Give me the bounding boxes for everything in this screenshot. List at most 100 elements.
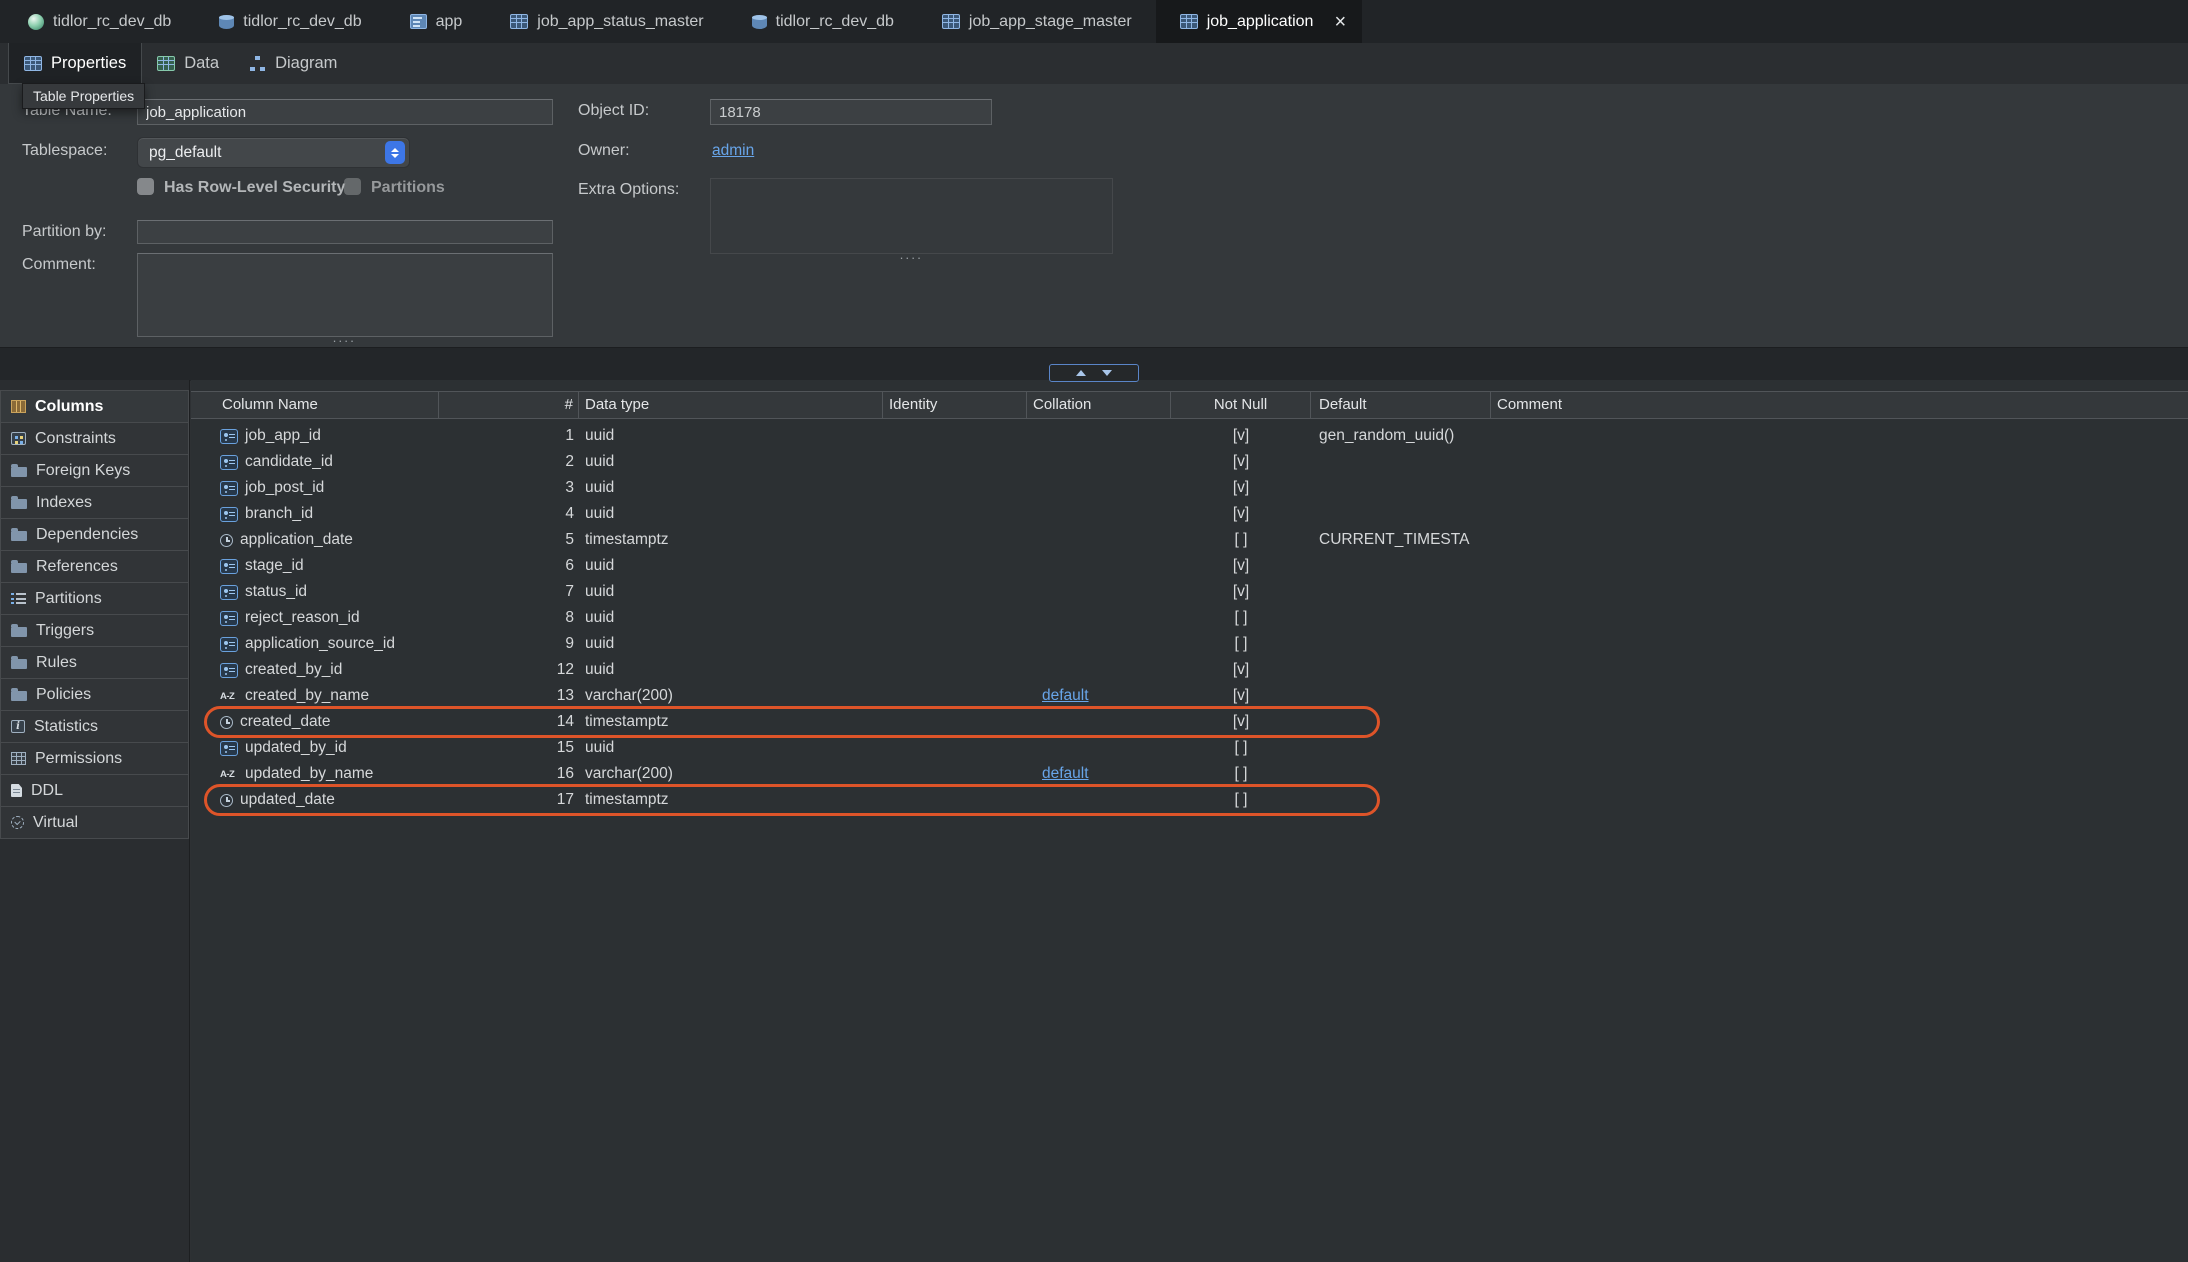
column-identity-cell[interactable]	[883, 449, 1027, 475]
column-notnull-cell[interactable]: [v]	[1171, 423, 1311, 449]
column-identity-cell[interactable]	[883, 553, 1027, 579]
sidebar-item[interactable]: Constraints	[0, 422, 189, 455]
column-row[interactable]: branch_id 4 uuid [v]	[191, 501, 2188, 527]
column-notnull-cell[interactable]: [ ]	[1171, 735, 1311, 761]
column-identity-cell[interactable]	[883, 761, 1027, 787]
column-default-cell[interactable]	[1311, 735, 1491, 761]
column-row[interactable]: created_by_id 12 uuid [v]	[191, 657, 2188, 683]
editor-tab[interactable]: tidlor_rc_dev_db	[4, 0, 195, 43]
has-rls-checkbox[interactable]	[137, 178, 154, 195]
column-name-cell[interactable]: job_post_id	[191, 475, 439, 501]
column-notnull-cell[interactable]: [v]	[1171, 475, 1311, 501]
column-name-cell[interactable]: updated_by_name	[191, 761, 439, 787]
column-ordinal-cell[interactable]: 4	[439, 501, 579, 527]
partitions-checkbox[interactable]	[344, 178, 361, 195]
column-identity-cell[interactable]	[883, 527, 1027, 553]
column-row[interactable]: candidate_id 2 uuid [v]	[191, 449, 2188, 475]
column-collation-cell[interactable]	[1027, 449, 1171, 475]
column-default-cell[interactable]	[1311, 579, 1491, 605]
column-ordinal-cell[interactable]: 12	[439, 657, 579, 683]
sidebar-item[interactable]: Foreign Keys	[0, 454, 189, 487]
column-row[interactable]: reject_reason_id 8 uuid [ ]	[191, 605, 2188, 631]
column-name-cell[interactable]: stage_id	[191, 553, 439, 579]
column-row[interactable]: created_date 14 timestamptz [v]	[191, 709, 2188, 735]
column-comment-cell[interactable]	[1491, 709, 2188, 735]
column-row[interactable]: updated_by_name 16 varchar(200) default …	[191, 761, 2188, 787]
sidebar-item[interactable]: Dependencies	[0, 518, 189, 551]
sidebar-item[interactable]: Triggers	[0, 614, 189, 647]
column-collation-cell[interactable]	[1027, 475, 1171, 501]
column-default-cell[interactable]	[1311, 475, 1491, 501]
column-datatype-cell[interactable]: uuid	[579, 631, 883, 657]
column-collation-cell[interactable]	[1027, 423, 1171, 449]
column-datatype-cell[interactable]: varchar(200)	[579, 761, 883, 787]
column-datatype-cell[interactable]: timestamptz	[579, 787, 883, 813]
editor-tab[interactable]: tidlor_rc_dev_db	[195, 0, 385, 43]
column-name-cell[interactable]: status_id	[191, 579, 439, 605]
column-identity-cell[interactable]	[883, 579, 1027, 605]
sidebar-item[interactable]: Permissions	[0, 742, 189, 775]
column-datatype-cell[interactable]: uuid	[579, 579, 883, 605]
column-default-cell[interactable]	[1311, 631, 1491, 657]
table-name-input[interactable]	[137, 99, 553, 125]
sidebar-item[interactable]: Policies	[0, 678, 189, 711]
sidebar-item[interactable]: DDL	[0, 774, 189, 807]
collapse-up-icon[interactable]	[1076, 370, 1086, 376]
column-notnull-cell[interactable]: [ ]	[1171, 527, 1311, 553]
column-default-cell[interactable]	[1311, 501, 1491, 527]
grid-header-cell[interactable]: Collation	[1027, 392, 1171, 418]
column-name-cell[interactable]: application_source_id	[191, 631, 439, 657]
column-datatype-cell[interactable]: timestamptz	[579, 709, 883, 735]
column-ordinal-cell[interactable]: 14	[439, 709, 579, 735]
column-ordinal-cell[interactable]: 15	[439, 735, 579, 761]
column-collation-cell[interactable]	[1027, 735, 1171, 761]
column-comment-cell[interactable]	[1491, 579, 2188, 605]
column-default-cell[interactable]	[1311, 553, 1491, 579]
comment-textarea[interactable]	[137, 253, 553, 337]
column-ordinal-cell[interactable]: 9	[439, 631, 579, 657]
column-row[interactable]: job_post_id 3 uuid [v]	[191, 475, 2188, 501]
editor-tab[interactable]: tidlor_rc_dev_db	[728, 0, 918, 43]
column-ordinal-cell[interactable]: 17	[439, 787, 579, 813]
column-row[interactable]: status_id 7 uuid [v]	[191, 579, 2188, 605]
column-identity-cell[interactable]	[883, 423, 1027, 449]
column-datatype-cell[interactable]: uuid	[579, 735, 883, 761]
column-comment-cell[interactable]	[1491, 735, 2188, 761]
column-name-cell[interactable]: created_by_id	[191, 657, 439, 683]
column-collation-cell[interactable]	[1027, 527, 1171, 553]
column-notnull-cell[interactable]: [ ]	[1171, 761, 1311, 787]
column-default-cell[interactable]: CURRENT_TIMESTA	[1311, 527, 1491, 553]
column-comment-cell[interactable]	[1491, 449, 2188, 475]
column-collation-cell[interactable]	[1027, 579, 1171, 605]
column-ordinal-cell[interactable]: 1	[439, 423, 579, 449]
column-default-cell[interactable]	[1311, 683, 1491, 709]
owner-link[interactable]: admin	[712, 142, 754, 160]
column-row[interactable]: application_date 5 timestamptz [ ] CURRE…	[191, 527, 2188, 553]
column-datatype-cell[interactable]: uuid	[579, 605, 883, 631]
column-collation-cell[interactable]	[1027, 553, 1171, 579]
column-comment-cell[interactable]	[1491, 683, 2188, 709]
column-comment-cell[interactable]	[1491, 423, 2188, 449]
extra-options-box[interactable]	[710, 178, 1113, 254]
column-notnull-cell[interactable]: [v]	[1171, 657, 1311, 683]
column-name-cell[interactable]: updated_date	[191, 787, 439, 813]
view-tab[interactable]: Properties	[8, 43, 142, 84]
column-default-cell[interactable]	[1311, 761, 1491, 787]
grid-header-cell[interactable]: Default	[1311, 392, 1491, 418]
column-default-cell[interactable]	[1311, 709, 1491, 735]
grid-header-cell[interactable]: Column Name	[191, 392, 439, 418]
column-name-cell[interactable]: created_by_name	[191, 683, 439, 709]
column-name-cell[interactable]: created_date	[191, 709, 439, 735]
column-ordinal-cell[interactable]: 8	[439, 605, 579, 631]
column-identity-cell[interactable]	[883, 605, 1027, 631]
column-row[interactable]: job_app_id 1 uuid [v] gen_random_uuid()	[191, 423, 2188, 449]
column-notnull-cell[interactable]: [v]	[1171, 579, 1311, 605]
tablespace-select[interactable]: pg_default	[137, 137, 410, 168]
column-row[interactable]: created_by_name 13 varchar(200) default …	[191, 683, 2188, 709]
sidebar-item[interactable]: Statistics	[0, 710, 189, 743]
column-row[interactable]: application_source_id 9 uuid [ ]	[191, 631, 2188, 657]
select-stepper-icon[interactable]	[385, 141, 405, 164]
column-row[interactable]: updated_date 17 timestamptz [ ]	[191, 787, 2188, 813]
column-default-cell[interactable]	[1311, 449, 1491, 475]
column-comment-cell[interactable]	[1491, 631, 2188, 657]
